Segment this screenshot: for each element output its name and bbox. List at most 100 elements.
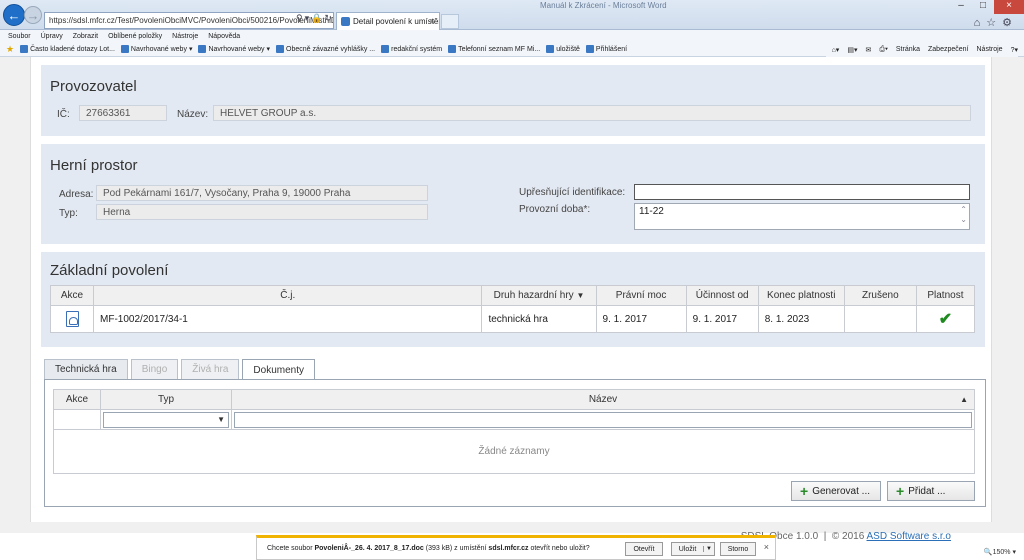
plus-icon: +: [800, 483, 809, 499]
home-icon[interactable]: ⌂: [974, 17, 987, 29]
ic-field: 27663361: [79, 105, 167, 121]
section-title: Herní prostor: [50, 157, 138, 174]
home-icon[interactable]: ⌂▾: [832, 46, 840, 54]
add-button[interactable]: + Přidat ...: [887, 481, 975, 501]
maximize-button[interactable]: □: [972, 0, 994, 14]
col-ucinnost-od[interactable]: Účinnost od: [685, 285, 759, 306]
favorite-link[interactable]: Navrhované weby ▾: [120, 45, 192, 53]
cell-pravni-moc: 9. 1. 2017: [595, 305, 687, 333]
open-button[interactable]: Otevřít: [625, 542, 663, 556]
tab-title: Detail povolení k umístění ...: [353, 17, 439, 26]
checkmark-icon: ✔: [938, 311, 953, 328]
content-panel: Provozovatel IČ: 27663361 Název: HELVET …: [30, 57, 992, 542]
favorite-link[interactable]: Často kladené dotazy Lot...: [20, 45, 115, 53]
table-row[interactable]: MF-1002/2017/34-1 technická hra 9. 1. 20…: [49, 305, 976, 333]
refresh-icon[interactable]: ↻: [324, 13, 334, 23]
typ-filter-select[interactable]: ▼: [103, 411, 229, 428]
window-close-button[interactable]: ×: [994, 0, 1024, 14]
empty-row: Žádné záznamy: [53, 429, 975, 474]
command-tools[interactable]: Nástroje: [977, 46, 1003, 53]
browser-tab-active[interactable]: Detail povolení k umístění ... ×: [336, 12, 440, 30]
col-konec-platnosti[interactable]: Konec platnosti: [757, 285, 845, 306]
help-icon[interactable]: ?▾: [1011, 46, 1018, 54]
col-zruseno[interactable]: Zrušeno: [843, 285, 917, 306]
address-actions[interactable]: ⚲▾🔒↻: [296, 13, 334, 24]
site-icon: [448, 45, 457, 53]
site-icon: [276, 45, 285, 53]
mail-icon[interactable]: ✉: [865, 46, 871, 54]
command-page[interactable]: Stránka: [896, 46, 920, 53]
favorites-star-icon[interactable]: ★: [6, 44, 14, 55]
command-security[interactable]: Zabezpečení: [928, 46, 968, 53]
close-icon[interactable]: ×: [430, 16, 435, 26]
menu-item-oblibene[interactable]: Oblíbené položky: [108, 33, 162, 40]
bing-icon: [120, 45, 129, 53]
cell-cj: MF-1002/2017/34-1: [93, 305, 483, 333]
favorite-link[interactable]: Navrhované weby ▾: [198, 45, 270, 53]
section-zakladni-povoleni: Základní povolení Akce Č.j. Druh hazardn…: [41, 252, 985, 347]
col-druh-hazardni-hry[interactable]: Druh hazardní hry ▼: [481, 285, 597, 306]
col-typ[interactable]: Typ: [100, 389, 232, 410]
print-icon[interactable]: ⎙▾: [879, 46, 888, 54]
sort-up-icon: ▲: [960, 395, 968, 404]
favorite-link[interactable]: redakční systém: [381, 45, 442, 53]
background-window-title: Manuál k Zkrácení - Microsoft Word: [540, 1, 667, 10]
star-icon[interactable]: ☆: [986, 17, 1002, 29]
col-nazev[interactable]: Název ▲: [231, 389, 975, 410]
zoom-level[interactable]: 🔍150% ▾: [984, 548, 1016, 556]
tab-technicka-hra[interactable]: Technická hra: [44, 359, 128, 379]
footer-brand-link[interactable]: ASD Software s.r.o: [867, 531, 951, 542]
filter-nazev: [231, 409, 975, 430]
provozni-doba-textarea[interactable]: 11-22 ⌃ ⌄: [634, 203, 970, 230]
tab-ziva-hra: Živá hra: [181, 359, 240, 379]
adresa-label: Adresa:: [59, 189, 94, 200]
cell-druh: technická hra: [481, 305, 597, 333]
pdf-icon[interactable]: [65, 311, 79, 327]
upresnujici-input[interactable]: [634, 184, 970, 200]
favorite-link[interactable]: Přihlášení: [585, 45, 627, 53]
close-icon[interactable]: ×: [764, 542, 769, 552]
new-tab-button[interactable]: [441, 14, 459, 29]
filter-akce: [53, 409, 101, 430]
page-favicon-icon: [341, 17, 350, 26]
empty-message: Žádné záznamy: [53, 429, 975, 474]
search-icon[interactable]: ⚲: [296, 13, 305, 23]
scroll-up-icon: ⌃: [960, 205, 967, 214]
menu-item-soubor[interactable]: Soubor: [8, 33, 31, 40]
favorite-link[interactable]: Telefonní seznam MF Mi...: [448, 45, 540, 53]
col-cj[interactable]: Č.j.: [93, 285, 483, 306]
section-title: Základní povolení: [50, 262, 169, 279]
section-herni-prostor: Herní prostor Adresa: Pod Pekárnami 161/…: [41, 144, 985, 244]
minimize-button[interactable]: –: [950, 0, 972, 14]
sort-down-icon: ▼: [576, 291, 585, 300]
nazev-filter-input[interactable]: [234, 411, 972, 428]
chevron-down-icon[interactable]: ▼: [703, 546, 714, 552]
menu-item-napoveda[interactable]: Nápověda: [208, 33, 240, 40]
address-bar[interactable]: https://sdsl.mfcr.cz/Test/PovoleniObciMV…: [44, 12, 334, 29]
textarea-scrollbar[interactable]: ⌃ ⌄: [960, 205, 967, 225]
favorite-link[interactable]: uložiště: [546, 45, 580, 53]
typ-label: Typ:: [59, 208, 78, 219]
site-icon: [546, 45, 555, 53]
col-pravni-moc[interactable]: Právní moc: [595, 285, 687, 306]
povoleni-table: Akce Č.j. Druh hazardní hry ▼ Právní moc…: [49, 285, 976, 333]
site-icon: [20, 45, 29, 53]
forward-button[interactable]: →: [24, 6, 42, 24]
feeds-icon[interactable]: ▤▾: [847, 46, 857, 54]
favorite-link[interactable]: Obecně závazné vyhlášky ...: [276, 45, 375, 53]
plus-icon: +: [896, 483, 905, 499]
menu-item-zobrazit[interactable]: Zobrazit: [73, 33, 98, 40]
menu-item-upravy[interactable]: Úpravy: [41, 33, 63, 40]
cancel-button[interactable]: Storno: [720, 542, 756, 556]
menu-item-nastroje[interactable]: Nástroje: [172, 33, 198, 40]
col-platnost[interactable]: Platnost: [915, 285, 976, 306]
generate-button[interactable]: + Generovat ...: [791, 481, 881, 501]
detail-tabs: Technická hra Bingo Živá hra Dokumenty: [44, 359, 315, 380]
tab-dokumenty[interactable]: Dokumenty: [242, 359, 315, 380]
adresa-field: Pod Pekárnami 161/7, Vysočany, Praha 9, …: [96, 185, 428, 201]
cell-platnost: ✔: [915, 305, 976, 333]
back-button[interactable]: ←: [3, 4, 25, 26]
gear-icon[interactable]: ⚙: [1002, 17, 1018, 29]
save-button[interactable]: Uložit ▼: [671, 542, 715, 556]
nazev-field: HELVET GROUP a.s.: [213, 105, 971, 121]
